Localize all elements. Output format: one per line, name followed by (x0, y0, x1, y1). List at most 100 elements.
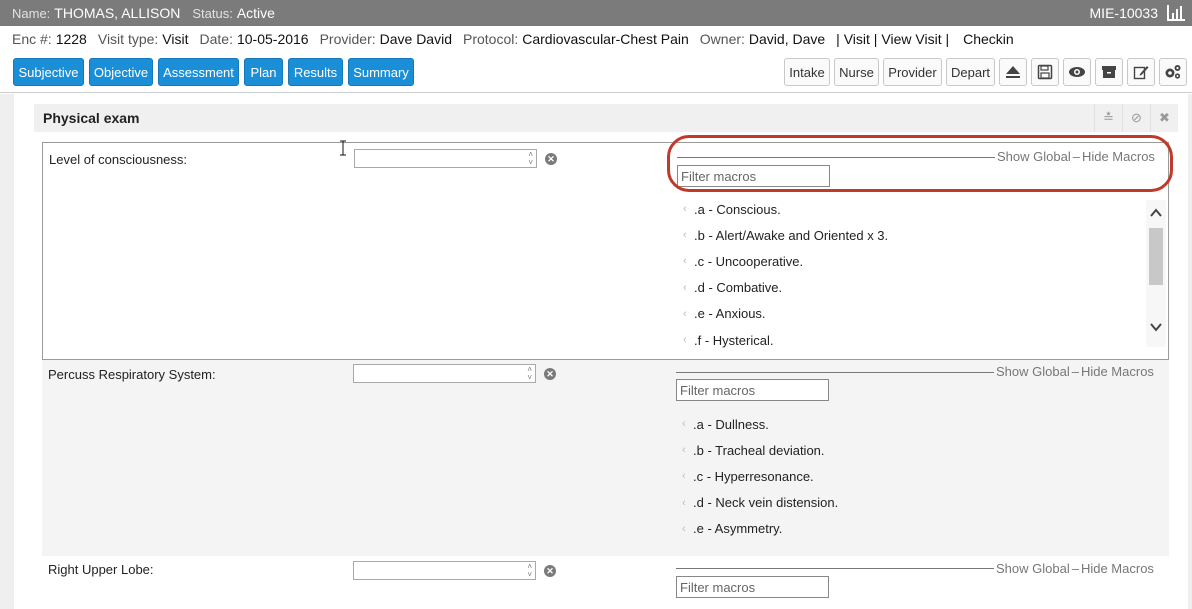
filter-macros-input[interactable] (676, 379, 829, 401)
tab-summary[interactable]: Summary (348, 58, 414, 86)
hide-macros-link[interactable]: Hide Macros (1081, 364, 1154, 379)
spinner-arrows-icon[interactable]: ˄ ˅ (528, 151, 533, 167)
spinner-arrows-icon[interactable]: ˄ ˅ (527, 366, 532, 382)
content-area: Physical exam ≛ ⊘ ✖ Level of consciousne… (0, 94, 1192, 609)
exam-section-consciousness: Level of consciousness: ˄ ˅ ✕ Show Global… (42, 142, 1169, 360)
hide-macros-link[interactable]: Hide Macros (1081, 561, 1154, 576)
name-label: Name: (12, 5, 51, 21)
macro-item[interactable]: ‹ .b - Tracheal deviation. (676, 437, 838, 463)
macro-item[interactable]: ‹ .a - Conscious. (677, 196, 888, 222)
save-button[interactable] (1031, 58, 1059, 86)
show-global-link[interactable]: Show Global (996, 561, 1070, 576)
tab-results[interactable]: Results (288, 58, 343, 86)
physical-exam-title: Physical exam (43, 110, 140, 126)
macro-item[interactable]: ‹ .c - Uncooperative. (677, 248, 888, 274)
visit-type-label: Visit type: (97, 30, 159, 47)
macro-actions: Show Global – Hide Macros (996, 364, 1154, 379)
macro-label: .c - Uncooperative. (694, 253, 804, 269)
archive-button[interactable] (1095, 58, 1123, 86)
macro-item[interactable]: ‹ .d - Combative. (677, 275, 888, 301)
value-stepper[interactable]: ˄ ˅ (353, 561, 536, 580)
disable-icon[interactable]: ⊘ (1122, 104, 1150, 132)
visit-link[interactable]: | Visit | (836, 31, 877, 47)
macro-item[interactable]: ‹ .e - Asymmetry. (676, 516, 838, 542)
eject-icon (1006, 66, 1020, 78)
clear-icon[interactable]: ✕ (545, 153, 557, 165)
show-global-link[interactable]: Show Global (996, 364, 1070, 379)
save-icon (1037, 64, 1053, 80)
macro-item[interactable]: ‹ .e - Anxious. (677, 301, 888, 327)
value-stepper[interactable]: ˄ ˅ (353, 364, 536, 383)
nurse-button[interactable]: Nurse (834, 58, 879, 86)
eye-icon (1069, 67, 1085, 77)
hide-macros-link[interactable]: Hide Macros (1082, 149, 1155, 164)
value-stepper[interactable]: ˄ ˅ (354, 149, 537, 168)
patient-status: Active (236, 5, 275, 21)
chevron-left-icon: ‹ (683, 255, 687, 268)
chevron-down-icon[interactable] (1149, 320, 1163, 334)
scroll-thumb[interactable] (1149, 228, 1163, 285)
view-visit-link[interactable]: View Visit | (881, 31, 949, 47)
macro-item[interactable]: ‹ .a - Dullness. (676, 411, 838, 437)
text-cursor-icon (340, 140, 346, 156)
date-label: Date: (199, 30, 233, 47)
tab-assessment[interactable]: Assessment (158, 58, 239, 86)
edit-icon (1133, 66, 1149, 80)
macro-label: .c - Hyperresonance. (693, 468, 814, 484)
protocol-label: Protocol: (463, 30, 519, 47)
chevron-left-icon: ‹ (682, 444, 686, 457)
encounter-bar: Enc #: 1228 Visit type: Visit Date: 10-0… (0, 26, 1192, 51)
macro-item[interactable]: ‹ .f - Hysterical. (677, 327, 888, 353)
tab-objective[interactable]: Objective (89, 58, 153, 86)
macro-actions: Show Global – Hide Macros (996, 561, 1154, 576)
tab-subjective[interactable]: Subjective (13, 58, 84, 86)
clear-icon[interactable]: ✕ (544, 565, 556, 577)
edit-button[interactable] (1127, 58, 1155, 86)
depart-button[interactable]: Depart (946, 58, 995, 86)
checkin-link[interactable]: Checkin (963, 31, 1014, 47)
patient-mrn: MIE-10033 (1089, 5, 1158, 21)
show-global-link[interactable]: Show Global (997, 149, 1071, 164)
enc-protocol: Cardiovascular-Chest Pain (522, 30, 689, 47)
eject-button[interactable] (999, 58, 1027, 86)
chevron-left-icon: ‹ (682, 470, 686, 483)
section-label: Right Upper Lobe: (48, 562, 154, 577)
preview-button[interactable] (1063, 58, 1091, 86)
macro-divider (676, 568, 994, 569)
macro-actions: Show Global – Hide Macros (997, 149, 1155, 164)
chevron-up-icon[interactable] (1149, 206, 1163, 220)
macro-item[interactable]: ‹ .d - Neck vein distension. (676, 490, 838, 516)
chevron-left-icon: ‹ (682, 522, 686, 535)
intake-button[interactable]: Intake (784, 58, 830, 86)
macro-item[interactable]: ‹ .c - Hyperresonance. (676, 463, 838, 489)
bar-chart-icon[interactable] (1166, 4, 1186, 22)
macro-label: .d - Neck vein distension. (693, 495, 839, 511)
macro-label: .a - Dullness. (693, 416, 769, 432)
macro-label: .b - Tracheal deviation. (693, 442, 825, 458)
spinner-arrows-icon[interactable]: ˄ ˅ (527, 563, 532, 579)
provider-button[interactable]: Provider (883, 58, 942, 86)
enc-owner: David, Dave (748, 30, 826, 47)
close-icon[interactable]: ✖ (1150, 104, 1178, 132)
section-label: Percuss Respiratory System: (48, 367, 216, 382)
enc-label: Enc #: (12, 30, 52, 47)
clear-icon[interactable]: ✕ (544, 368, 556, 380)
filter-macros-input[interactable] (676, 576, 829, 598)
section-label: Level of consciousness: (49, 152, 188, 167)
status-label: Status: (192, 5, 233, 21)
settings-button[interactable] (1159, 58, 1187, 86)
exam-section-percuss-respiratory: Percuss Respiratory System: ˄ ˅ ✕ Show Gl… (42, 360, 1169, 556)
chevron-left-icon: ‹ (683, 281, 687, 294)
collapse-icon[interactable]: ≛ (1094, 104, 1122, 132)
macro-scrollbar[interactable] (1146, 200, 1166, 347)
tab-plan[interactable]: Plan (244, 58, 283, 86)
macro-label: .d - Combative. (694, 280, 783, 296)
macro-label: .e - Anxious. (694, 306, 766, 322)
provider-label: Provider: (319, 30, 376, 47)
enc-date: 10-05-2016 (236, 30, 309, 47)
enc-provider: Dave David (379, 30, 452, 47)
exam-section-right-upper-lobe: Right Upper Lobe: ˄ ˅ ✕ Show Global – Hide … (42, 556, 1169, 609)
macro-item[interactable]: ‹ .b - Alert/Awake and Oriented x 3. (677, 222, 888, 248)
macro-label: .e - Asymmetry. (693, 521, 783, 537)
filter-macros-input[interactable] (677, 165, 830, 187)
